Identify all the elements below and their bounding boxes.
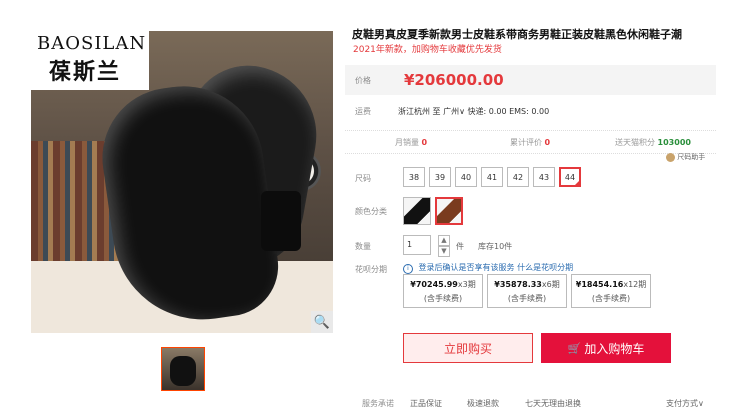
info-icon: i (403, 264, 413, 274)
quantity-up-icon[interactable]: ▲ (438, 235, 450, 246)
payment-method-dropdown[interactable]: 支付方式∨ (666, 398, 704, 409)
plan-amount: ¥35878.33 (494, 280, 542, 289)
shipping-label: 运费 (355, 107, 371, 116)
plan-fee: (含手续费) (591, 294, 631, 303)
installment-plans: ¥70245.99x3期 (含手续费) ¥35878.33x6期 (含手续费) … (403, 274, 651, 308)
service-item-refund[interactable]: 极速退款 (467, 398, 499, 409)
buy-now-button[interactable]: 立即购买 (403, 333, 533, 363)
promo-text: 2021年新款，加购物车收藏优先发货 (353, 45, 502, 55)
size-option-44[interactable]: 44 (559, 167, 581, 187)
brand-logo-cn: 葆斯兰 (49, 60, 122, 85)
quantity-unit: 件 (456, 242, 464, 251)
shoe-heel (261, 191, 301, 251)
plan-fee: (含手续费) (507, 294, 547, 303)
color-options (403, 197, 463, 225)
quantity-input[interactable]: 1 (403, 235, 431, 255)
quantity-stepper: ▲ ▼ (438, 235, 450, 257)
size-option-42[interactable]: 42 (507, 167, 529, 187)
monthly-sales: 月销量 0 (395, 137, 427, 148)
product-main-image[interactable]: BAOSILAN 葆斯兰 🔍 (31, 31, 333, 333)
monthly-sales-label: 月销量 (395, 138, 419, 147)
product-thumbnail[interactable] (161, 347, 205, 391)
review-count-value: 0 (544, 138, 551, 147)
size-options: 38 39 40 41 42 43 44 (403, 167, 581, 187)
stock-info: 库存10件 (478, 242, 513, 251)
color-label: 颜色分类 (355, 207, 387, 216)
plan-period: x3期 (457, 280, 476, 289)
quantity-down-icon[interactable]: ▼ (438, 246, 450, 257)
size-label: 尺码 (355, 174, 371, 183)
installment-help-link[interactable]: 什么是花呗分期 (517, 263, 573, 272)
cart-icon: 🛒 (567, 341, 582, 355)
price-value: ¥206000.00 (404, 71, 504, 89)
plan-period: x12期 (623, 280, 647, 289)
magnifier-icon[interactable]: 🔍 (311, 311, 333, 333)
add-to-cart-label: 加入购物车 (584, 341, 645, 356)
service-label: 服务承诺 (362, 399, 394, 408)
size-option-43[interactable]: 43 (533, 167, 555, 187)
thumbnail-shoe (170, 356, 196, 386)
plan-period: x6期 (541, 280, 560, 289)
installment-plan-6[interactable]: ¥35878.33x6期 (含手续费) (487, 274, 567, 308)
monthly-sales-value: 0 (421, 138, 428, 147)
review-count[interactable]: 累计评价 0 (510, 137, 550, 148)
brand-logo: BAOSILAN 葆斯兰 (31, 31, 149, 90)
quantity-label: 数量 (355, 242, 371, 251)
service-item-genuine[interactable]: 正品保证 (410, 398, 442, 409)
size-option-40[interactable]: 40 (455, 167, 477, 187)
service-item-return[interactable]: 七天无理由退换 (525, 398, 581, 409)
installment-label: 花呗分期 (355, 265, 387, 274)
tmall-points-value: 103000 (657, 138, 691, 147)
size-option-41[interactable]: 41 (481, 167, 503, 187)
size-helper-label: 尺码助手 (677, 153, 706, 161)
review-count-label: 累计评价 (510, 138, 542, 147)
size-option-39[interactable]: 39 (429, 167, 451, 187)
brand-logo-en: BAOSILAN (37, 33, 147, 54)
installment-note: i 登录后确认是否享有该服务 什么是花呗分期 (403, 262, 573, 274)
installment-plan-3[interactable]: ¥70245.99x3期 (含手续费) (403, 274, 483, 308)
tmall-points: 送天猫积分 103000 (615, 137, 691, 148)
plan-amount: ¥18454.16 (575, 280, 624, 289)
product-title: 皮鞋男真皮夏季新款男士皮鞋系带商务男鞋正装皮鞋黑色休闲鞋子潮 (352, 28, 682, 41)
sales-stats: 月销量 0 累计评价 0 送天猫积分 103000 (345, 130, 716, 154)
size-helper-icon (666, 152, 675, 162)
shipping-info[interactable]: 浙江杭州 至 广州∨ 快递: 0.00 EMS: 0.00 (398, 106, 549, 117)
size-option-38[interactable]: 38 (403, 167, 425, 187)
add-to-cart-button[interactable]: 🛒 加入购物车 (541, 333, 671, 363)
color-option-brown[interactable] (435, 197, 463, 225)
plan-amount: ¥70245.99 (410, 280, 458, 289)
installment-note-text[interactable]: 登录后确认是否享有该服务 (419, 263, 515, 272)
plan-fee: (含手续费) (423, 294, 463, 303)
price-label: 价格 (355, 76, 371, 85)
installment-plan-12[interactable]: ¥18454.16x12期 (含手续费) (571, 274, 651, 308)
price-panel: 价格 ¥206000.00 (345, 65, 716, 95)
size-helper[interactable]: 尺码助手 (666, 152, 705, 162)
color-option-black[interactable] (403, 197, 431, 225)
tmall-points-label: 送天猫积分 (615, 138, 655, 147)
